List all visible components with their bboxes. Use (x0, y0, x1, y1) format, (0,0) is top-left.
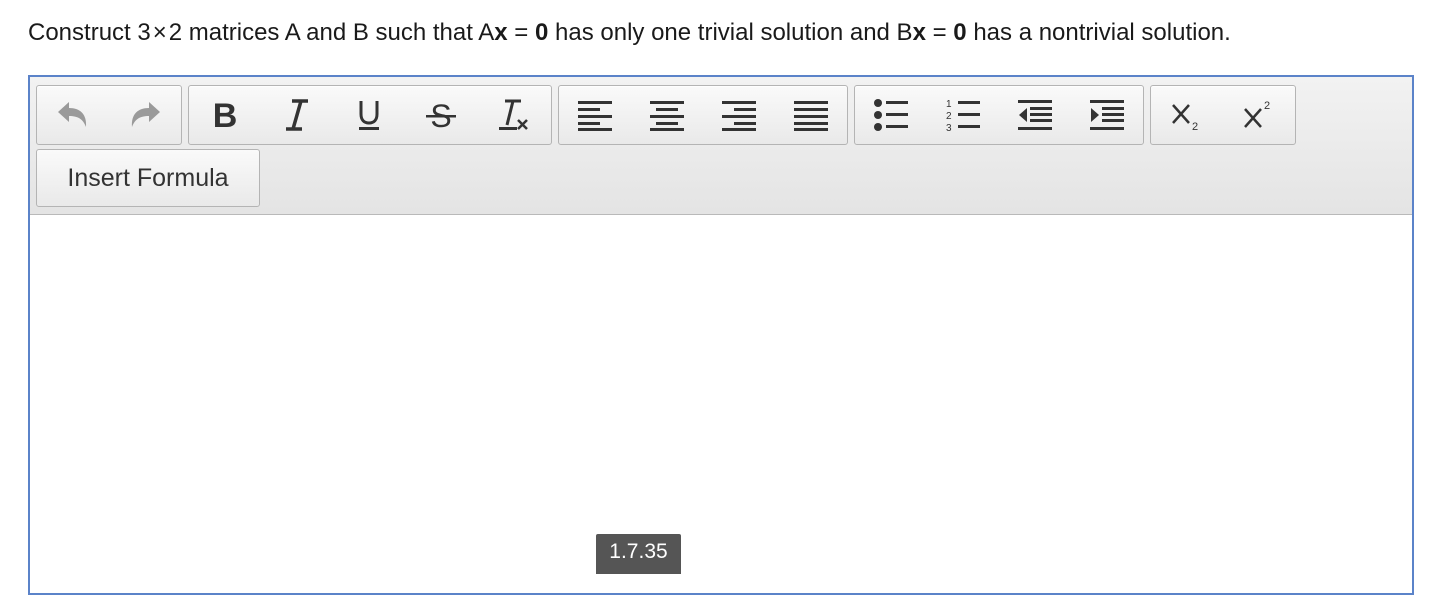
format-group: B S (188, 85, 552, 145)
version-tooltip: 1.7.35 (596, 534, 681, 574)
insert-formula-button[interactable]: Insert Formula (36, 149, 260, 207)
vector-x: x (912, 19, 926, 46)
remove-format-icon (499, 99, 528, 130)
equals-sign: = (932, 19, 947, 46)
indent-button[interactable] (1071, 86, 1143, 144)
editor-content-area[interactable] (30, 215, 1412, 595)
align-group (558, 85, 848, 145)
svg-text:B: B (213, 98, 238, 132)
svg-text:2: 2 (1192, 121, 1198, 131)
formula-row: Insert Formula (36, 149, 260, 207)
svg-text:3: 3 (946, 123, 952, 132)
bulleted-list-icon (874, 99, 908, 131)
question-text: Construct 3×2 matrices A and B such that… (28, 18, 1231, 48)
equals-sign: = (514, 19, 529, 46)
align-center-button[interactable] (631, 86, 703, 144)
redo-icon (131, 102, 160, 127)
align-justify-icon (794, 101, 828, 131)
remove-format-button[interactable] (477, 86, 549, 144)
superscript-button[interactable]: 2 (1223, 86, 1295, 144)
numbered-list-button[interactable]: 1 2 3 (927, 86, 999, 144)
numbered-list-icon: 1 2 3 (946, 99, 980, 132)
list-group: 1 2 3 (854, 85, 1144, 145)
zero-vector: 0 (534, 19, 549, 46)
strikethrough-button[interactable]: S (405, 86, 477, 144)
outdent-button[interactable] (999, 86, 1071, 144)
bulleted-list-button[interactable] (855, 86, 927, 144)
redo-button[interactable] (109, 86, 181, 144)
question-part: has a nontrivial solution. (973, 19, 1231, 46)
rich-text-editor: B S 1 2 3 2 2 Insert Formula (28, 75, 1414, 595)
question-part: Construct 3 (28, 19, 151, 46)
italic-icon (286, 99, 308, 131)
strikethrough-icon: S (426, 98, 456, 132)
question-part: 2 matrices A and B such that A (168, 19, 495, 46)
times-symbol: × (152, 19, 167, 46)
script-group: 2 2 (1150, 85, 1296, 145)
underline-button[interactable] (333, 86, 405, 144)
subscript-icon: 2 (1172, 104, 1198, 131)
question-part: has only one trivial solution and B (555, 19, 913, 46)
align-center-icon (650, 101, 684, 131)
indent-icon (1090, 100, 1124, 130)
underline-icon (359, 101, 379, 130)
align-right-icon (722, 101, 756, 131)
bold-icon: B (213, 98, 238, 132)
undo-icon (58, 102, 87, 127)
outdent-icon (1018, 100, 1052, 130)
svg-text:2: 2 (946, 111, 952, 122)
superscript-icon: 2 (1244, 100, 1270, 128)
bold-button[interactable]: B (189, 86, 261, 144)
subscript-button[interactable]: 2 (1151, 86, 1223, 144)
svg-text:2: 2 (1264, 100, 1270, 112)
align-left-button[interactable] (559, 86, 631, 144)
align-justify-button[interactable] (775, 86, 847, 144)
align-right-button[interactable] (703, 86, 775, 144)
history-group (36, 85, 182, 145)
svg-text:1: 1 (946, 99, 952, 110)
undo-button[interactable] (37, 86, 109, 144)
align-left-icon (578, 101, 612, 131)
zero-vector: 0 (953, 19, 967, 46)
editor-toolbar: B S 1 2 3 2 2 Insert Formula (30, 77, 1412, 215)
italic-button[interactable] (261, 86, 333, 144)
vector-x: x (494, 19, 508, 46)
